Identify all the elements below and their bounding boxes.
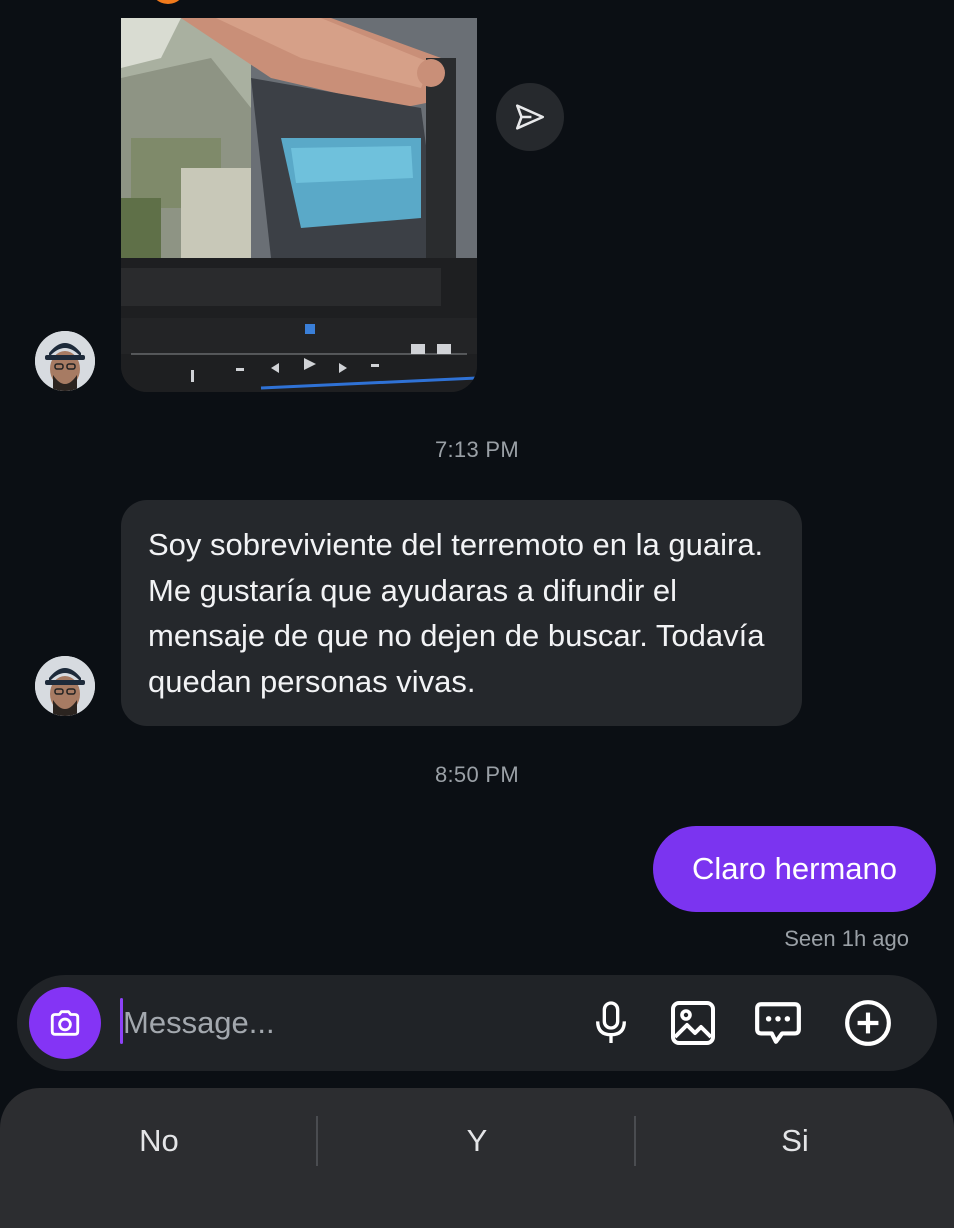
share-button[interactable] bbox=[496, 83, 564, 151]
chat-thread: 7:13 PM Soy sobreviviente del terremoto … bbox=[0, 0, 954, 975]
avatar-photo bbox=[35, 656, 95, 716]
video-message[interactable] bbox=[121, 18, 477, 392]
camera-icon bbox=[50, 1010, 80, 1036]
send-paper-plane-icon bbox=[515, 104, 545, 130]
microphone-button[interactable] bbox=[583, 995, 639, 1051]
camera-button[interactable] bbox=[29, 987, 101, 1059]
message-input[interactable] bbox=[123, 995, 563, 1051]
incoming-message-bubble[interactable]: Soy sobreviviente del terremoto en la gu… bbox=[121, 500, 802, 726]
more-actions-button[interactable] bbox=[840, 995, 896, 1051]
incoming-message-text: Soy sobreviviente del terremoto en la gu… bbox=[148, 527, 765, 699]
sender-avatar[interactable] bbox=[35, 331, 95, 391]
video-thumbnail bbox=[121, 18, 477, 392]
suggestion-1[interactable]: No bbox=[0, 1112, 318, 1170]
sticker-chat-icon bbox=[755, 1002, 801, 1044]
plus-circle-icon bbox=[845, 1000, 891, 1046]
suggestion-3[interactable]: Si bbox=[636, 1112, 954, 1170]
image-icon bbox=[671, 1001, 715, 1045]
message-timestamp: 8:50 PM bbox=[434, 762, 520, 787]
sender-avatar[interactable] bbox=[35, 656, 95, 716]
avatar-photo bbox=[35, 331, 95, 391]
outgoing-message-text: Claro hermano bbox=[691, 851, 898, 886]
suggestion-2[interactable]: Y bbox=[318, 1112, 636, 1170]
seen-status: Seen 1h ago bbox=[784, 926, 909, 951]
gallery-button[interactable] bbox=[665, 995, 721, 1051]
keyboard-suggestion-bar: No Y Si bbox=[0, 1088, 954, 1228]
message-composer bbox=[17, 975, 937, 1071]
header-avatar-fragment bbox=[150, 0, 186, 4]
microphone-icon bbox=[596, 1001, 626, 1043]
outgoing-message-bubble[interactable]: Claro hermano bbox=[653, 826, 936, 912]
message-timestamp: 7:13 PM bbox=[434, 437, 520, 462]
sticker-button[interactable] bbox=[750, 995, 806, 1051]
